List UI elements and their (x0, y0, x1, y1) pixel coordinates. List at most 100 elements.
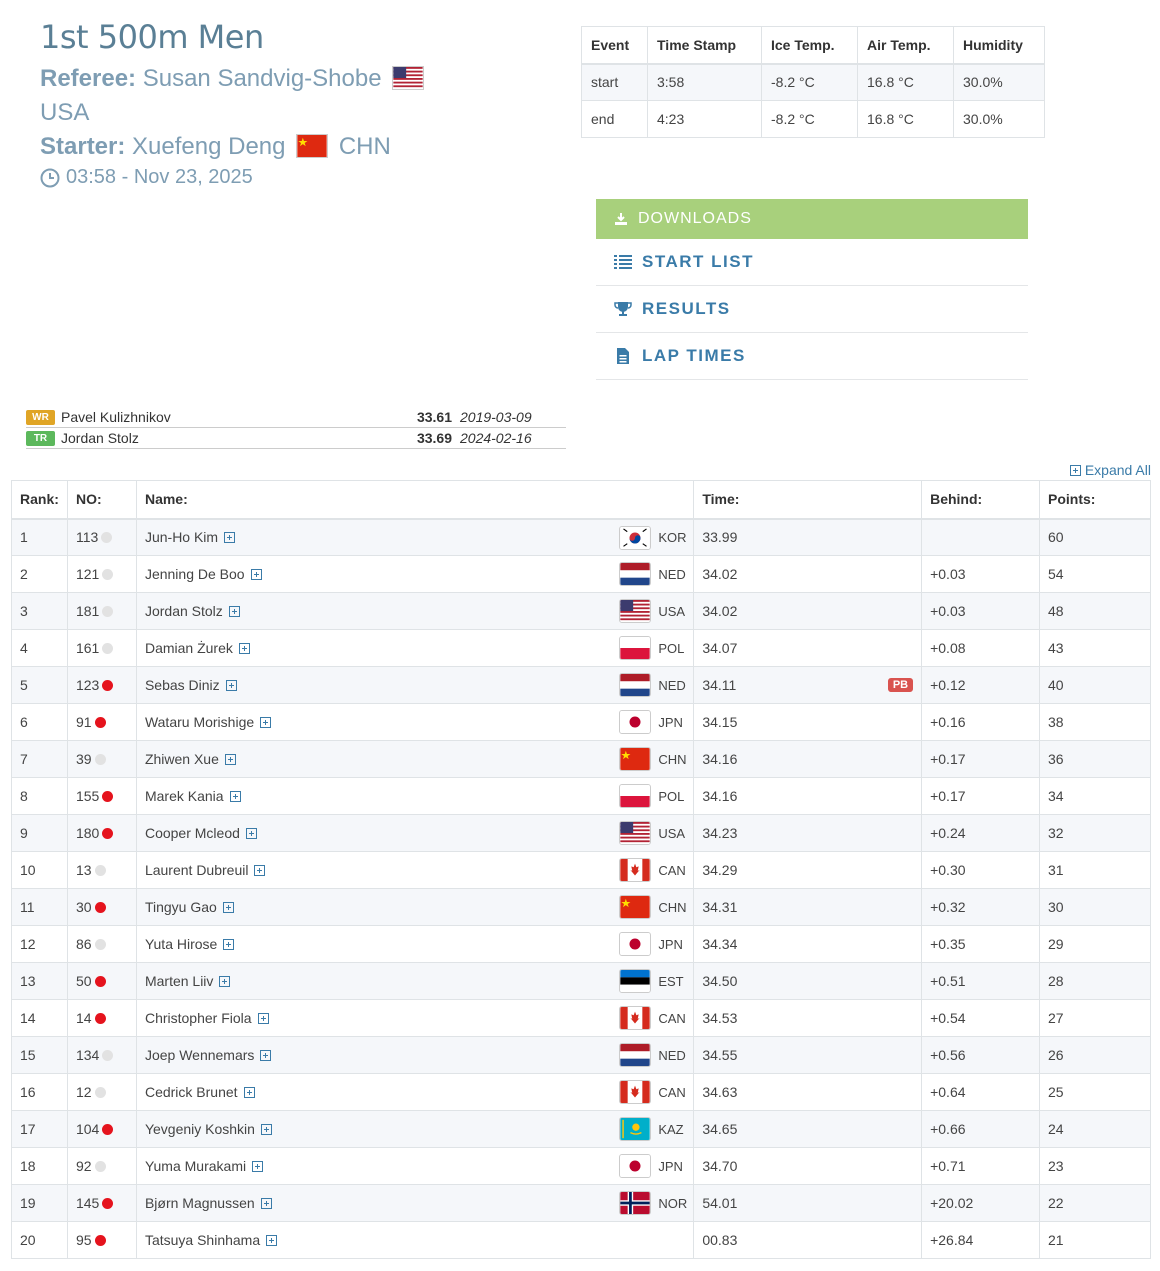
behind-cell: +0.08 (921, 629, 1041, 667)
time-cell: 34.65 (693, 1110, 923, 1148)
nation: CAN (619, 1006, 686, 1030)
nationality: USA (658, 825, 686, 841)
expand-row-icon[interactable] (243, 1087, 255, 1098)
starter-label: Starter: (40, 133, 126, 160)
white-lane-dot-icon (102, 1050, 114, 1061)
starter-line: Starter: Xuefeng Deng CHN (40, 130, 560, 164)
list-icon (614, 255, 632, 269)
bib-number: 145 (75, 1195, 100, 1211)
red-lane-dot-icon (94, 1013, 106, 1024)
expand-row-icon[interactable] (222, 902, 234, 913)
nation: EST (619, 969, 685, 993)
lap-times-link[interactable]: LAP TIMES (596, 333, 1028, 380)
personal-best-badge: PB (887, 678, 914, 692)
skater-name: Christopher Fiola (144, 1010, 252, 1026)
expand-row-icon[interactable] (260, 717, 272, 728)
expand-row-icon[interactable] (219, 976, 231, 987)
nationality: JPN (658, 936, 683, 952)
time-cell: 34.29 (693, 851, 923, 889)
skater-name: Marten Liiv (144, 973, 214, 989)
name-cell: Joep Wennemars NED (135, 1036, 695, 1074)
points-cell: 48 (1039, 592, 1151, 630)
expand-row-icon[interactable] (260, 1198, 272, 1209)
cond-cell: 16.8 °C (857, 63, 954, 101)
points-cell: 25 (1039, 1073, 1151, 1111)
table-row: 10 13 Laurent Dubreuil CAN 34.29 +0.30 3… (11, 851, 1151, 889)
downloads-label: DOWNLOADS (638, 210, 752, 227)
behind-cell (921, 518, 1041, 556)
record-row: WR Pavel Kulizhnikov 33.61 2019-03-09 (26, 407, 566, 428)
download-icon (615, 213, 627, 225)
bib-cell: 121 (66, 555, 137, 593)
expand-row-icon[interactable] (223, 939, 235, 950)
pol-flag-icon (619, 784, 652, 808)
points-cell: 21 (1039, 1221, 1151, 1259)
table-row: 15 134 Joep Wennemars NED 34.55 +0.56 26 (11, 1036, 1151, 1074)
expand-row-icon[interactable] (238, 643, 250, 654)
est-flag-icon (619, 969, 652, 993)
header-points: Points: (1039, 480, 1151, 520)
expand-row-icon[interactable] (260, 1050, 272, 1061)
table-row: 4 161 Damian Żurek POL 34.07 +0.08 43 (11, 629, 1151, 667)
expand-row-icon[interactable] (257, 1013, 269, 1024)
nationality: NED (658, 677, 686, 693)
bib-number: 95 (75, 1232, 92, 1248)
start-list-link[interactable]: START LIST (596, 239, 1028, 286)
skater-name: Tingyu Gao (144, 899, 217, 915)
nation: USA (619, 599, 685, 623)
expand-row-icon[interactable] (225, 680, 237, 691)
expand-all-button[interactable]: Expand All (1069, 462, 1151, 478)
expand-row-icon[interactable] (266, 1235, 278, 1246)
cond-cell: 4:23 (647, 100, 762, 138)
expand-row-icon[interactable] (229, 791, 241, 802)
table-row: 6 91 Wataru Morishige JPN 34.15 +0.16 38 (11, 703, 1151, 741)
clock-icon (40, 168, 60, 187)
white-lane-dot-icon (94, 865, 106, 876)
time-value: 34.50 (702, 973, 738, 989)
time-cell: 33.99 (693, 518, 923, 556)
expand-row-icon[interactable] (252, 1161, 264, 1172)
points-cell: 26 (1039, 1036, 1151, 1074)
expand-row-icon[interactable] (254, 865, 266, 876)
name-cell: Tingyu Gao CHN (135, 888, 695, 926)
event-header: 1st 500m Men Referee: Susan Sandvig-Shob… (40, 18, 560, 189)
bib-cell: 155 (66, 777, 137, 815)
kor-flag-icon (619, 525, 652, 550)
expand-row-icon[interactable] (260, 1124, 272, 1135)
referee-label: Referee: (40, 65, 137, 92)
points-cell: 27 (1039, 999, 1151, 1037)
name-cell: Cedrick Brunet CAN (135, 1073, 695, 1111)
skater-name: Cooper Mcleod (144, 825, 240, 841)
expand-row-icon[interactable] (224, 532, 236, 544)
kaz-flag-icon (619, 1117, 652, 1141)
track-record-badge: TR (26, 430, 55, 446)
bib-number: 12 (75, 1084, 92, 1100)
record-date: 2019-03-09 (460, 409, 532, 425)
time-value: 34.02 (702, 603, 738, 619)
nationality: JPN (658, 1158, 683, 1174)
name-cell: Marten Liiv EST (135, 962, 695, 1000)
skater-name: Zhiwen Xue (144, 751, 219, 767)
expand-row-icon[interactable] (245, 828, 257, 839)
nationality: JPN (658, 714, 683, 730)
rank-cell: 5 (11, 666, 68, 704)
cond-header-humidity: Humidity (953, 26, 1045, 65)
name-cell: Cooper Mcleod USA (135, 814, 695, 852)
expand-row-icon[interactable] (250, 569, 262, 580)
header-time: Time: (693, 480, 923, 520)
time-cell: 34.23 (693, 814, 923, 852)
behind-cell: +0.51 (921, 962, 1041, 1000)
skater-name: Bjørn Magnussen (144, 1195, 255, 1211)
rank-cell: 7 (11, 740, 68, 778)
expand-row-icon[interactable] (224, 754, 236, 765)
expand-row-icon[interactable] (228, 606, 240, 617)
nation: POL (619, 784, 685, 808)
jpn-flag-icon (619, 710, 652, 734)
lap-times-label: LAP TIMES (642, 346, 746, 365)
time-cell: 34.16 (693, 740, 923, 778)
time-value: 34.23 (702, 825, 738, 841)
nation: CAN (619, 1080, 686, 1104)
rank-cell: 13 (11, 962, 68, 1000)
results-link[interactable]: RESULTS (596, 286, 1028, 333)
time-value: 34.11 (702, 677, 737, 693)
